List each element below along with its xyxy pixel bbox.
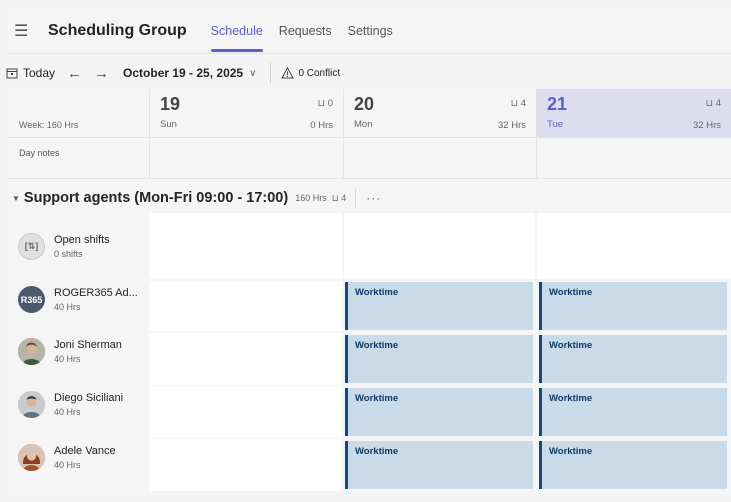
app-title: Scheduling Group: [48, 21, 187, 39]
day-staff-count: ⊔ 4: [510, 98, 526, 109]
divider: [270, 63, 272, 83]
member-info[interactable]: Joni Sherman 40 Hrs: [18, 338, 122, 365]
avatar: [18, 444, 45, 471]
shift-block[interactable]: Worktime: [345, 335, 533, 383]
staff-count: 0: [327, 98, 333, 109]
group-hours: 160 Hrs: [295, 193, 327, 203]
date-range-picker[interactable]: October 19 - 25, 2025: [123, 66, 243, 80]
group-title[interactable]: Support agents (Mon-Fri 09:00 - 17:00): [24, 190, 288, 206]
tab-requests[interactable]: Requests: [279, 8, 332, 54]
member-hours: 40 Hrs: [54, 460, 81, 470]
open-shifts-icon: [⇅]: [18, 233, 45, 260]
toolbar: Today ← → October 19 - 25, 2025 ∨ 0 Conf…: [0, 58, 731, 88]
group-staff-count: 4: [341, 192, 347, 203]
avatar: R365: [18, 286, 45, 313]
day-notes-row: [8, 137, 731, 179]
member-info[interactable]: R365 ROGER365 Ad... 40 Hrs: [18, 286, 138, 313]
open-shift-cell[interactable]: [149, 213, 342, 279]
day-header-sun[interactable]: 19 Sun ⊔ 0 0 Hrs: [149, 89, 343, 137]
conflict-label: 0 Conflict: [298, 67, 341, 79]
day-hours: 32 Hrs: [693, 120, 721, 131]
conflict-button[interactable]: 0 Conflict: [281, 67, 340, 79]
open-shifts-info: [⇅] Open shifts 0 shifts: [18, 233, 110, 260]
divider: [536, 137, 537, 179]
shift-block[interactable]: Worktime: [539, 335, 727, 383]
menu-icon[interactable]: ☰: [14, 21, 42, 41]
person-photo-icon: [18, 444, 45, 471]
calendar-icon: [6, 68, 18, 79]
chevron-down-icon[interactable]: ∨: [249, 68, 256, 79]
open-shifts-count: 0 shifts: [54, 249, 83, 259]
staff-count: 4: [520, 98, 526, 109]
shift-block[interactable]: Worktime: [539, 388, 727, 436]
collapse-caret-icon[interactable]: ▼: [12, 194, 20, 203]
day-name: Sun: [160, 119, 177, 130]
person-photo-icon: [18, 391, 45, 418]
divider: [343, 137, 344, 179]
app-header: ☰ Scheduling Group Schedule Requests Set…: [8, 8, 731, 54]
day-name: Mon: [354, 119, 373, 130]
group-header: ▼ Support agents (Mon-Fri 09:00 - 17:00)…: [8, 183, 381, 213]
day-hours: 32 Hrs: [498, 120, 526, 131]
member-hours: 40 Hrs: [54, 407, 81, 417]
person-photo-icon: [18, 338, 45, 365]
shift-cell[interactable]: [149, 386, 342, 438]
today-button[interactable]: Today: [6, 66, 55, 80]
member-hours: 40 Hrs: [54, 302, 81, 312]
avatar: [18, 338, 45, 365]
today-label: Today: [23, 66, 56, 80]
shift-cell[interactable]: [149, 333, 342, 385]
member-name: Joni Sherman: [54, 339, 122, 351]
day-hours: 0 Hrs: [310, 120, 333, 131]
member-name: ROGER365 Ad...: [54, 287, 138, 299]
previous-week-icon[interactable]: ←: [67, 65, 82, 82]
more-options-icon[interactable]: ···: [366, 191, 381, 205]
day-number: 21: [547, 94, 568, 114]
day-staff-count: ⊔ 0: [317, 98, 333, 109]
open-shifts-label: Open shifts: [54, 234, 110, 246]
member-hours: 40 Hrs: [54, 354, 81, 364]
day-name: Tue: [547, 119, 564, 130]
day-number: 19: [160, 94, 181, 114]
day-number: 20: [354, 94, 375, 114]
day-header-mon[interactable]: 20 Mon ⊔ 4 32 Hrs: [343, 89, 536, 137]
divider: [149, 137, 150, 179]
shift-block[interactable]: Worktime: [345, 441, 533, 489]
open-shift-cell[interactable]: [537, 213, 731, 279]
shift-cell[interactable]: [149, 281, 342, 331]
member-info[interactable]: Diego Siciliani 40 Hrs: [18, 391, 123, 418]
warning-icon: [281, 67, 295, 79]
member-info[interactable]: Adele Vance 40 Hrs: [18, 444, 116, 471]
shift-block[interactable]: Worktime: [345, 388, 533, 436]
divider: [355, 188, 357, 208]
next-week-icon[interactable]: →: [94, 65, 109, 82]
shift-block[interactable]: Worktime: [539, 441, 727, 489]
open-shift-cell[interactable]: [344, 213, 535, 279]
member-name: Adele Vance: [54, 445, 116, 457]
day-staff-count: ⊔ 4: [705, 98, 721, 109]
day-notes-label: Day notes: [19, 148, 60, 158]
group-staff: ⊔ 4: [331, 192, 347, 203]
avatar: [18, 391, 45, 418]
staff-count: 4: [715, 98, 721, 109]
tab-schedule[interactable]: Schedule: [210, 8, 263, 54]
shift-cell[interactable]: [149, 439, 342, 491]
member-name: Diego Siciliani: [54, 392, 124, 404]
shift-block[interactable]: Worktime: [539, 282, 727, 330]
tab-settings[interactable]: Settings: [348, 8, 393, 54]
week-hours: Week: 160 Hrs: [19, 120, 79, 130]
shift-block[interactable]: Worktime: [345, 282, 533, 330]
day-header-tue[interactable]: 21 Tue ⊔ 4 32 Hrs: [536, 89, 731, 137]
